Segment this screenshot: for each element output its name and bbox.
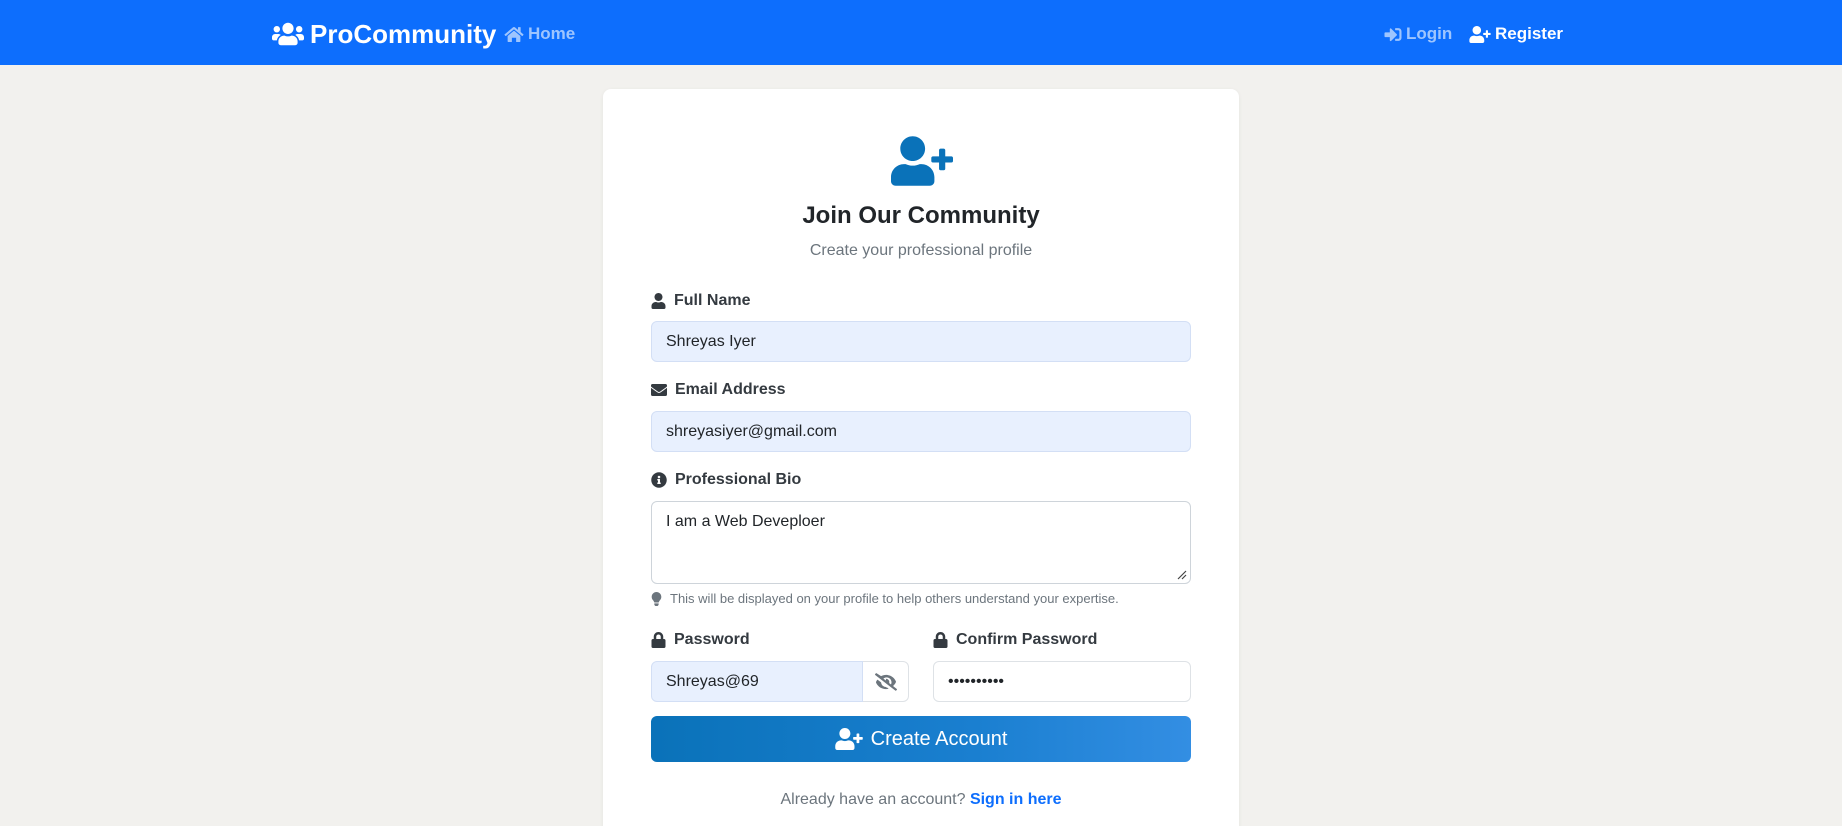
signin-link[interactable]: Sign in here	[970, 791, 1062, 808]
bio-hint-text: This will be displayed on your profile t…	[670, 591, 1119, 606]
confirm-password-value: ••••••••••	[948, 672, 1005, 690]
brand-name: ProCommunity	[310, 18, 497, 49]
bio-value: I am a Web Deveploer	[666, 513, 825, 530]
signin-prompt-text: Already have an account?	[780, 791, 966, 808]
full-name-input[interactable]: Shreyas Iyer	[651, 321, 1191, 362]
full-name-label-text: Full Name	[674, 292, 751, 309]
sign-in-icon	[1384, 27, 1402, 41]
password-label: Password	[651, 631, 750, 649]
page-subtitle: Create your professional profile	[809, 242, 1033, 259]
confirm-password-input[interactable]: ••••••••••	[933, 661, 1191, 702]
brand-link[interactable]: ProCommunity	[272, 18, 496, 50]
bio-hint: This will be displayed on your profile t…	[651, 591, 1119, 606]
email-input[interactable]: shreyasiyer@gmail.com	[651, 411, 1191, 452]
nav-home-label: Home	[528, 24, 576, 43]
user-icon	[651, 293, 666, 309]
nav-home-link[interactable]: Home	[504, 22, 575, 46]
bio-label: Professional Bio	[651, 471, 801, 489]
nav-register-label: Register	[1495, 24, 1564, 43]
user-plus-icon	[1469, 25, 1491, 43]
user-plus-icon	[891, 136, 953, 186]
password-label-text: Password	[674, 631, 750, 648]
nav-login-link[interactable]: Login	[1384, 22, 1452, 46]
envelope-icon	[651, 384, 667, 396]
password-input[interactable]: Shreyas@69	[651, 661, 863, 702]
signin-prompt: Already have an account? Sign in here	[603, 791, 1239, 809]
nav-register-link[interactable]: Register	[1469, 22, 1563, 46]
bio-textarea[interactable]: I am a Web Deveploer	[651, 501, 1191, 584]
full-name-label: Full Name	[651, 292, 750, 310]
confirm-password-label: Confirm Password	[933, 631, 1097, 649]
register-card: Join Our Community Create your professio…	[603, 89, 1239, 826]
page-title: Join Our Community	[802, 202, 1040, 229]
create-account-label: Create Account	[870, 727, 1008, 750]
create-account-button[interactable]: Create Account	[651, 716, 1191, 762]
top-navbar: ProCommunity Home Login Register	[0, 0, 1842, 65]
resize-grip-icon[interactable]	[1177, 570, 1187, 580]
users-icon	[272, 22, 304, 46]
lightbulb-icon	[651, 591, 662, 606]
toggle-password-button[interactable]	[863, 661, 909, 702]
email-label: Email Address	[651, 381, 786, 399]
lock-icon	[651, 632, 666, 648]
user-plus-icon	[834, 728, 863, 750]
info-circle-icon	[651, 472, 667, 488]
home-icon	[504, 26, 524, 42]
email-label-text: Email Address	[675, 381, 786, 398]
full-name-value: Shreyas Iyer	[666, 332, 756, 350]
confirm-password-label-text: Confirm Password	[956, 631, 1098, 648]
bio-label-text: Professional Bio	[675, 471, 802, 488]
password-value: Shreyas@69	[666, 672, 759, 690]
lock-icon	[933, 632, 948, 648]
email-value: shreyasiyer@gmail.com	[666, 422, 837, 440]
nav-login-label: Login	[1406, 24, 1453, 43]
eye-slash-icon	[874, 672, 897, 691]
